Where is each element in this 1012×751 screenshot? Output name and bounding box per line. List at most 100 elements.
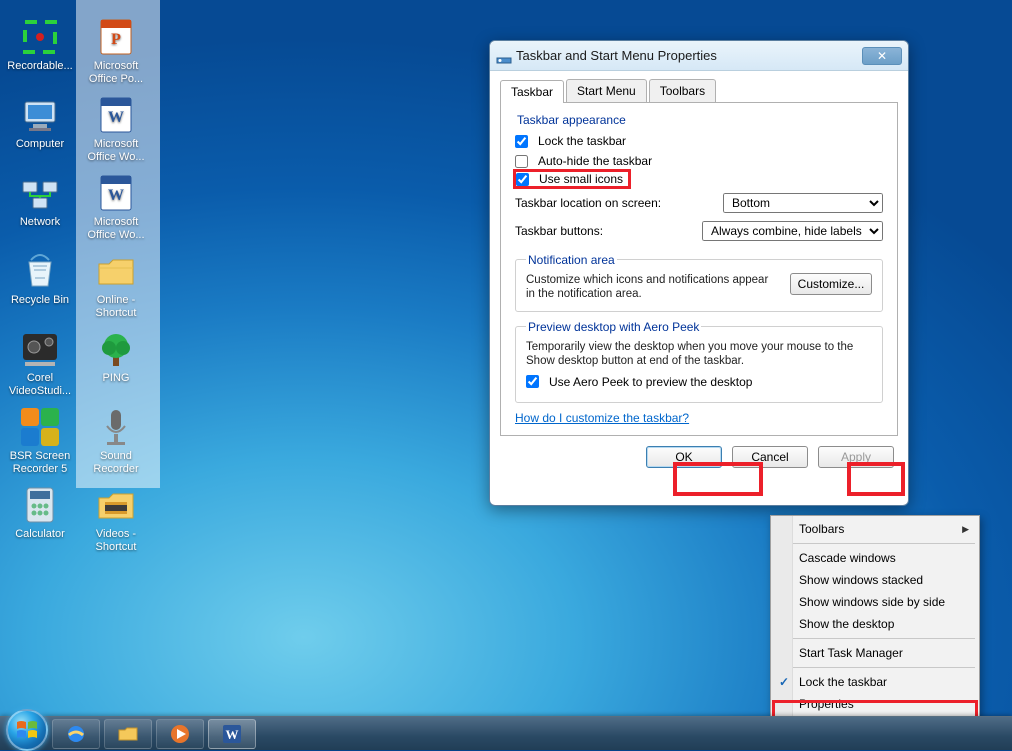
word-icon: W bbox=[95, 94, 137, 136]
menu-lock-taskbar[interactable]: ✓ Lock the taskbar bbox=[773, 671, 977, 693]
desktop-icon[interactable]: BSR Screen Recorder 5 bbox=[4, 404, 76, 482]
desktop: Recordable... Computer Network Recycle Bin C… bbox=[0, 0, 170, 720]
word-icon: W bbox=[221, 723, 243, 745]
menu-showdesktop-label: Show the desktop bbox=[799, 617, 894, 631]
mic-icon bbox=[95, 406, 137, 448]
mediaplayer-icon bbox=[169, 723, 191, 745]
taskbar-mediaplayer[interactable] bbox=[156, 719, 204, 749]
tab-strip: Taskbar Start Menu Toolbars bbox=[500, 79, 898, 103]
desktop-icon-label: Sound Recorder bbox=[80, 450, 152, 476]
tree-icon bbox=[95, 328, 137, 370]
taskbar-context-menu: Toolbars Cascade windows Show windows st… bbox=[770, 515, 980, 718]
svg-text:W: W bbox=[226, 727, 239, 742]
taskbar-word[interactable]: W bbox=[208, 719, 256, 749]
desktop-icon[interactable]: Calculator bbox=[4, 482, 76, 560]
checkmark-icon: ✓ bbox=[779, 675, 789, 689]
word-icon: W bbox=[95, 172, 137, 214]
check-aero-peek[interactable] bbox=[526, 375, 539, 388]
desktop-icon[interactable]: Recycle Bin bbox=[4, 248, 76, 326]
record-icon bbox=[19, 16, 61, 58]
desktop-icon[interactable]: Online - Shortcut bbox=[80, 248, 152, 326]
label-autohide: Auto-hide the taskbar bbox=[538, 154, 652, 168]
label-small-icons: Use small icons bbox=[539, 172, 623, 186]
desktop-icon[interactable]: Computer bbox=[4, 92, 76, 170]
desktop-icon[interactable]: WMicrosoft Office Wo... bbox=[80, 92, 152, 170]
desktop-icon-label: Corel VideoStudi... bbox=[4, 372, 76, 398]
group-aero-peek: Preview desktop with Aero Peek Temporari… bbox=[515, 320, 883, 403]
label-taskbar-buttons: Taskbar buttons: bbox=[515, 224, 603, 238]
pptx-icon: P bbox=[95, 16, 137, 58]
apply-button[interactable]: Apply bbox=[818, 446, 894, 468]
notif-desc: Customize which icons and notifications … bbox=[526, 273, 780, 301]
check-small-icons[interactable] bbox=[516, 173, 529, 186]
menu-cascade-label: Cascade windows bbox=[799, 551, 896, 565]
desktop-icon[interactable]: Corel VideoStudi... bbox=[4, 326, 76, 404]
taskbar[interactable]: W bbox=[0, 716, 1012, 750]
dialog-titlebar[interactable]: Taskbar and Start Menu Properties ✕ bbox=[490, 41, 908, 71]
computer-icon bbox=[19, 94, 61, 136]
tab-taskbar[interactable]: Taskbar bbox=[500, 80, 564, 103]
desktop-icon[interactable]: P Microsoft Office Po... bbox=[80, 14, 152, 92]
menu-sidebyside[interactable]: Show windows side by side bbox=[773, 591, 977, 613]
dialog-title: Taskbar and Start Menu Properties bbox=[516, 48, 717, 63]
peek-desc: Temporarily view the desktop when you mo… bbox=[526, 340, 872, 368]
label-taskbar-location: Taskbar location on screen: bbox=[515, 196, 661, 210]
menu-taskmanager[interactable]: Start Task Manager bbox=[773, 642, 977, 664]
desktop-icon-label: Recycle Bin bbox=[11, 294, 69, 307]
desktop-icon-label: Calculator bbox=[15, 528, 65, 541]
select-taskbar-location[interactable]: Bottom bbox=[723, 193, 883, 213]
tab-startmenu[interactable]: Start Menu bbox=[566, 79, 647, 102]
help-link[interactable]: How do I customize the taskbar? bbox=[515, 411, 689, 425]
select-taskbar-buttons[interactable]: Always combine, hide labels bbox=[702, 221, 883, 241]
ie-icon bbox=[65, 723, 87, 745]
desktop-icon[interactable]: Recordable... bbox=[4, 14, 76, 92]
menu-cascade[interactable]: Cascade windows bbox=[773, 547, 977, 569]
menu-toolbars-label: Toolbars bbox=[799, 522, 844, 536]
folder-icon bbox=[95, 250, 137, 292]
dialog-button-row: OK Cancel Apply bbox=[500, 446, 898, 474]
menu-showdesktop[interactable]: Show the desktop bbox=[773, 613, 977, 635]
ok-button[interactable]: OK bbox=[646, 446, 722, 468]
videos-icon bbox=[95, 484, 137, 526]
tab-panel: Taskbar appearance Lock the taskbar Auto… bbox=[500, 103, 898, 436]
label-aero-peek: Use Aero Peek to preview the desktop bbox=[549, 375, 752, 389]
svg-text:W: W bbox=[108, 109, 124, 126]
check-lock-taskbar[interactable] bbox=[515, 135, 528, 148]
check-autohide[interactable] bbox=[515, 155, 528, 168]
desktop-icon-label: Microsoft Office Po... bbox=[80, 60, 152, 86]
menu-lock-label: Lock the taskbar bbox=[799, 675, 887, 689]
calculator-icon bbox=[19, 484, 61, 526]
desktop-icon-label: Microsoft Office Wo... bbox=[80, 216, 152, 242]
group-notif-title: Notification area bbox=[526, 253, 617, 267]
menu-taskmgr-label: Start Task Manager bbox=[799, 646, 903, 660]
desktop-icon[interactable]: Network bbox=[4, 170, 76, 248]
taskbar-ie[interactable] bbox=[52, 719, 100, 749]
desktop-icon[interactable]: PING bbox=[80, 326, 152, 404]
group-appearance-title: Taskbar appearance bbox=[515, 113, 883, 127]
network-icon bbox=[19, 172, 61, 214]
customize-button[interactable]: Customize... bbox=[790, 273, 872, 295]
tab-toolbars[interactable]: Toolbars bbox=[649, 79, 716, 102]
menu-stacked-label: Show windows stacked bbox=[799, 573, 923, 587]
label-lock-taskbar: Lock the taskbar bbox=[538, 134, 626, 148]
recyclebin-icon bbox=[19, 250, 61, 292]
menu-properties[interactable]: Properties bbox=[773, 693, 977, 715]
menu-stacked[interactable]: Show windows stacked bbox=[773, 569, 977, 591]
group-notification-area: Notification area Customize which icons … bbox=[515, 253, 883, 312]
menu-properties-label: Properties bbox=[799, 697, 854, 711]
desktop-icon-label: Videos - Shortcut bbox=[80, 528, 152, 554]
close-button[interactable]: ✕ bbox=[862, 47, 902, 65]
cancel-button[interactable]: Cancel bbox=[732, 446, 808, 468]
start-button[interactable] bbox=[6, 709, 48, 751]
desktop-icon[interactable]: Sound Recorder bbox=[80, 404, 152, 482]
desktop-icon-label: PING bbox=[103, 372, 130, 385]
desktop-icon[interactable]: Videos - Shortcut bbox=[80, 482, 152, 560]
menu-toolbars[interactable]: Toolbars bbox=[773, 518, 977, 540]
taskbar-explorer[interactable] bbox=[104, 719, 152, 749]
desktop-icon-label: Computer bbox=[16, 138, 64, 151]
desktop-icon[interactable]: WMicrosoft Office Wo... bbox=[80, 170, 152, 248]
svg-text:P: P bbox=[111, 31, 121, 48]
folder-icon bbox=[117, 724, 139, 744]
corel-icon bbox=[19, 328, 61, 370]
taskbar-properties-dialog: Taskbar and Start Menu Properties ✕ Task… bbox=[489, 40, 909, 506]
